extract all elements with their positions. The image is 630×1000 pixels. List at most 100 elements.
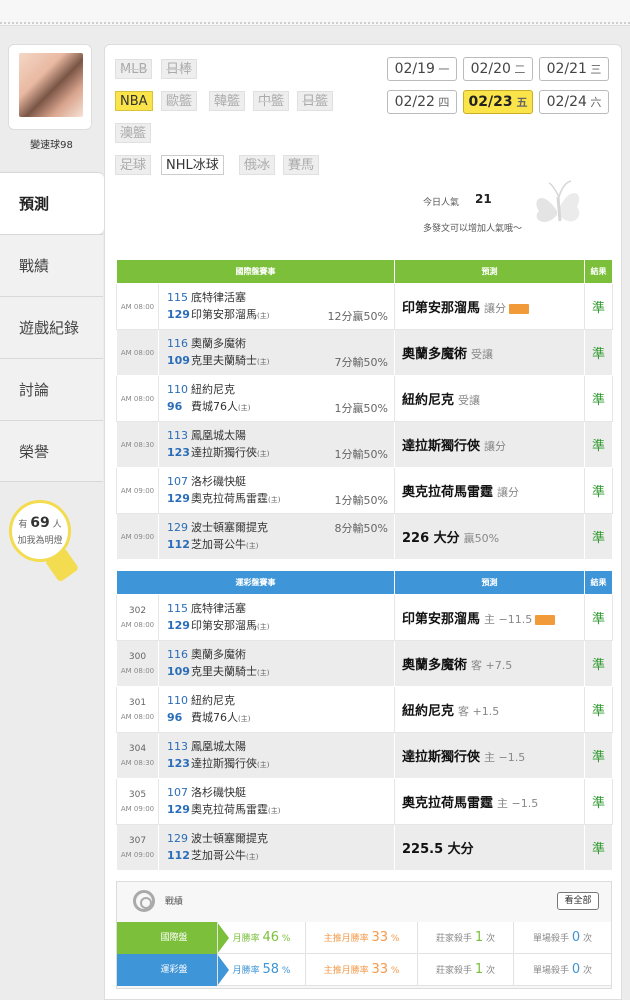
table-row[interactable]: AM 08:30 113 鳳凰城太陽 123達拉斯獨行俠(主) 1分輸50% 達拉斯獨行俠… — [116, 421, 613, 468]
away-team[interactable]: 波士頓塞爾提克 — [191, 521, 268, 534]
spread-result: 7分輸50% — [334, 356, 388, 369]
table-row[interactable]: 300 AM 08:00 116 奧蘭多魔術 109克里夫蘭騎士(主) 奧蘭多魔術客 +7… — [116, 640, 613, 687]
table-row[interactable]: 301 AM 08:00 110 紐約尼克 96 費城76人(主) 紐約尼克客 +1.5 準 — [116, 686, 613, 733]
teams-cell: 113 鳳凰城太陽 123達拉斯獨行俠(主) 1分輸50% — [158, 421, 395, 468]
away-team[interactable]: 底特律活塞 — [191, 291, 246, 304]
table-row[interactable]: AM 08:00 115 底特律活塞 129印第安那溜馬(主) 12分贏50% 印第安那溜… — [116, 283, 613, 330]
pick-team: 達拉斯獨行俠 — [402, 439, 481, 454]
lottery-header-match: 運彩盤賽事 — [116, 570, 395, 595]
game-time-cell: AM 09:00 — [116, 467, 159, 514]
home-team[interactable]: 達拉斯獨行俠 — [191, 446, 257, 459]
game-time: AM 09:00 — [120, 850, 155, 859]
home-team[interactable]: 奧克拉荷馬雷霆 — [191, 803, 268, 816]
sport-tab-japan-basketball[interactable]: 日籃 — [297, 91, 334, 111]
pick-cell: 達拉斯獨行俠 讓分 — [394, 421, 585, 468]
table-row[interactable]: 307 AM 09:00 129 波士頓塞爾提克 112芝加哥公牛(主) 225.5 大分… — [116, 824, 613, 871]
table-row[interactable]: 302 AM 08:00 115 底特律活塞 129印第安那溜馬(主) 印第安那溜馬主 −… — [116, 594, 613, 641]
pick-type: 主 −11.5 — [484, 613, 533, 626]
table-row[interactable]: 304 AM 08:30 113 鳳凰城太陽 123達拉斯獨行俠(主) 達拉斯獨行俠主 −… — [116, 732, 613, 779]
home-team[interactable]: 奧克拉荷馬雷霆 — [191, 492, 268, 505]
away-team[interactable]: 紐約尼克 — [191, 383, 235, 396]
monthly-win-rate-unit: % — [281, 934, 291, 944]
teams-cell: 107 洛杉磯快艇 129奧克拉荷馬雷霆(主) — [158, 778, 395, 825]
game-time-cell: AM 08:00 — [116, 375, 159, 422]
game-time-cell: AM 09:00 — [116, 513, 159, 560]
away-team[interactable]: 鳳凰城太陽 — [191, 429, 246, 442]
home-team[interactable]: 克里夫蘭騎士 — [191, 354, 257, 367]
away-team[interactable]: 洛杉磯快艇 — [191, 786, 246, 799]
sport-tab-russia-hockey[interactable]: 俄冰 — [239, 155, 276, 175]
nav-record[interactable]: 戰績 — [0, 234, 103, 296]
date-0224[interactable]: 02/24 六 — [539, 90, 609, 114]
monthly-win-rate-value: 46 — [262, 930, 279, 945]
sport-tab-euro-basketball[interactable]: 歐籃 — [161, 91, 198, 111]
home-team[interactable]: 芝加哥公牛 — [191, 849, 246, 862]
nav-honor[interactable]: 榮譽 — [0, 420, 103, 482]
nav-game-log[interactable]: 遊戲紀錄 — [0, 296, 103, 358]
left-sidebar: 變速球98 預測 戰績 遊戲紀錄 討論 榮譽 有 69 人 加我為明燈 — [0, 40, 104, 1000]
sport-tab-korea-basketball[interactable]: 韓籃 — [209, 91, 246, 111]
table-row[interactable]: AM 09:00 129 波士頓塞爾提克 112芝加哥公牛(主) 8分輸50% 226 大… — [116, 513, 613, 560]
date-md: 02/20 — [470, 61, 511, 77]
away-team[interactable]: 鳳凰城太陽 — [191, 740, 246, 753]
away-number: 116 — [167, 336, 188, 350]
spread-result: 8分輸50% — [334, 522, 388, 535]
date-0223[interactable]: 02/23 五 — [463, 90, 533, 114]
away-team[interactable]: 紐約尼克 — [191, 694, 235, 707]
date-0221[interactable]: 02/21 三 — [539, 57, 609, 81]
home-team[interactable]: 費城76人 — [191, 711, 238, 724]
pick-type: 主 −1.5 — [484, 751, 526, 764]
main-pick-win-rate-unit: % — [390, 966, 400, 976]
game-time: AM 08:00 — [120, 666, 155, 675]
result-cell: 準 — [584, 640, 613, 687]
game-time: AM 08:30 — [120, 440, 155, 449]
game-time: AM 08:00 — [120, 712, 155, 721]
spread-result: 12分贏50% — [327, 310, 388, 323]
home-team[interactable]: 費城76人 — [191, 400, 238, 413]
sport-tab-horse-racing[interactable]: 賽馬 — [283, 155, 320, 175]
away-team[interactable]: 底特律活塞 — [191, 602, 246, 615]
home-number: 123 — [167, 756, 190, 770]
away-number: 115 — [167, 290, 188, 304]
sport-tab-npb[interactable]: 日棒 — [161, 59, 198, 79]
pick-type: 贏50% — [463, 532, 500, 545]
teams-cell: 115 底特律活塞 129印第安那溜馬(主) — [158, 594, 395, 641]
away-team[interactable]: 奧蘭多魔術 — [191, 337, 246, 350]
nav-discussion[interactable]: 討論 — [0, 358, 103, 420]
avatar[interactable] — [19, 53, 83, 117]
away-team[interactable]: 洛杉磯快艇 — [191, 475, 246, 488]
date-0220[interactable]: 02/20 二 — [463, 57, 533, 81]
table-row[interactable]: 305 AM 09:00 107 洛杉磯快艇 129奧克拉荷馬雷霆(主) 奧克拉荷馬雷霆主… — [116, 778, 613, 825]
sport-tab-china-basketball[interactable]: 中籃 — [253, 91, 290, 111]
game-id: 307 — [128, 835, 147, 846]
sport-tab-nhl[interactable]: NHL冰球 — [161, 155, 224, 175]
home-number: 96 — [167, 399, 183, 413]
follow-bulb[interactable]: 有 69 人 加我為明燈 — [9, 500, 71, 562]
home-team[interactable]: 芝加哥公牛 — [191, 538, 246, 551]
single-game-killer-label: 單場殺手 — [532, 966, 569, 976]
avatar-frame[interactable] — [8, 44, 92, 130]
pick-team: 奧蘭多魔術 — [402, 658, 468, 673]
sport-tab-nba[interactable]: NBA — [115, 91, 153, 111]
spread-result: 1分贏50% — [334, 402, 388, 415]
home-team[interactable]: 達拉斯獨行俠 — [191, 757, 257, 770]
home-team[interactable]: 印第安那溜馬 — [191, 619, 257, 632]
sport-tab-mlb[interactable]: MLB — [115, 59, 153, 79]
date-md: 02/19 — [394, 61, 435, 77]
away-team[interactable]: 波士頓塞爾提克 — [191, 832, 268, 845]
nav-predict[interactable]: 預測 — [0, 172, 104, 234]
date-0222[interactable]: 02/22 四 — [387, 90, 457, 114]
home-team[interactable]: 印第安那溜馬 — [191, 308, 257, 321]
table-row[interactable]: AM 08:00 116 奧蘭多魔術 109克里夫蘭騎士(主) 7分輸50% 奧蘭多魔術受… — [116, 329, 613, 376]
date-0219[interactable]: 02/19 一 — [387, 57, 457, 81]
view-all-button[interactable]: 看全部 — [557, 892, 599, 910]
home-mark: (主) — [257, 311, 270, 320]
monthly-win-rate-value: 58 — [262, 962, 279, 977]
away-team[interactable]: 奧蘭多魔術 — [191, 648, 246, 661]
sport-tab-soccer[interactable]: 足球 — [115, 155, 152, 175]
sport-tab-aus-basketball[interactable]: 澳籃 — [115, 123, 152, 143]
table-row[interactable]: AM 08:00 110 紐約尼克 96 費城76人(主) 1分贏50% 紐約尼克 受讓準 — [116, 375, 613, 422]
home-team[interactable]: 克里夫蘭騎士 — [191, 665, 257, 678]
table-row[interactable]: AM 09:00 107 洛杉磯快艇 129奧克拉荷馬雷霆(主) 1分輸50% 奧克拉荷馬… — [116, 467, 613, 514]
stats-category: 運彩盤 — [117, 954, 229, 986]
